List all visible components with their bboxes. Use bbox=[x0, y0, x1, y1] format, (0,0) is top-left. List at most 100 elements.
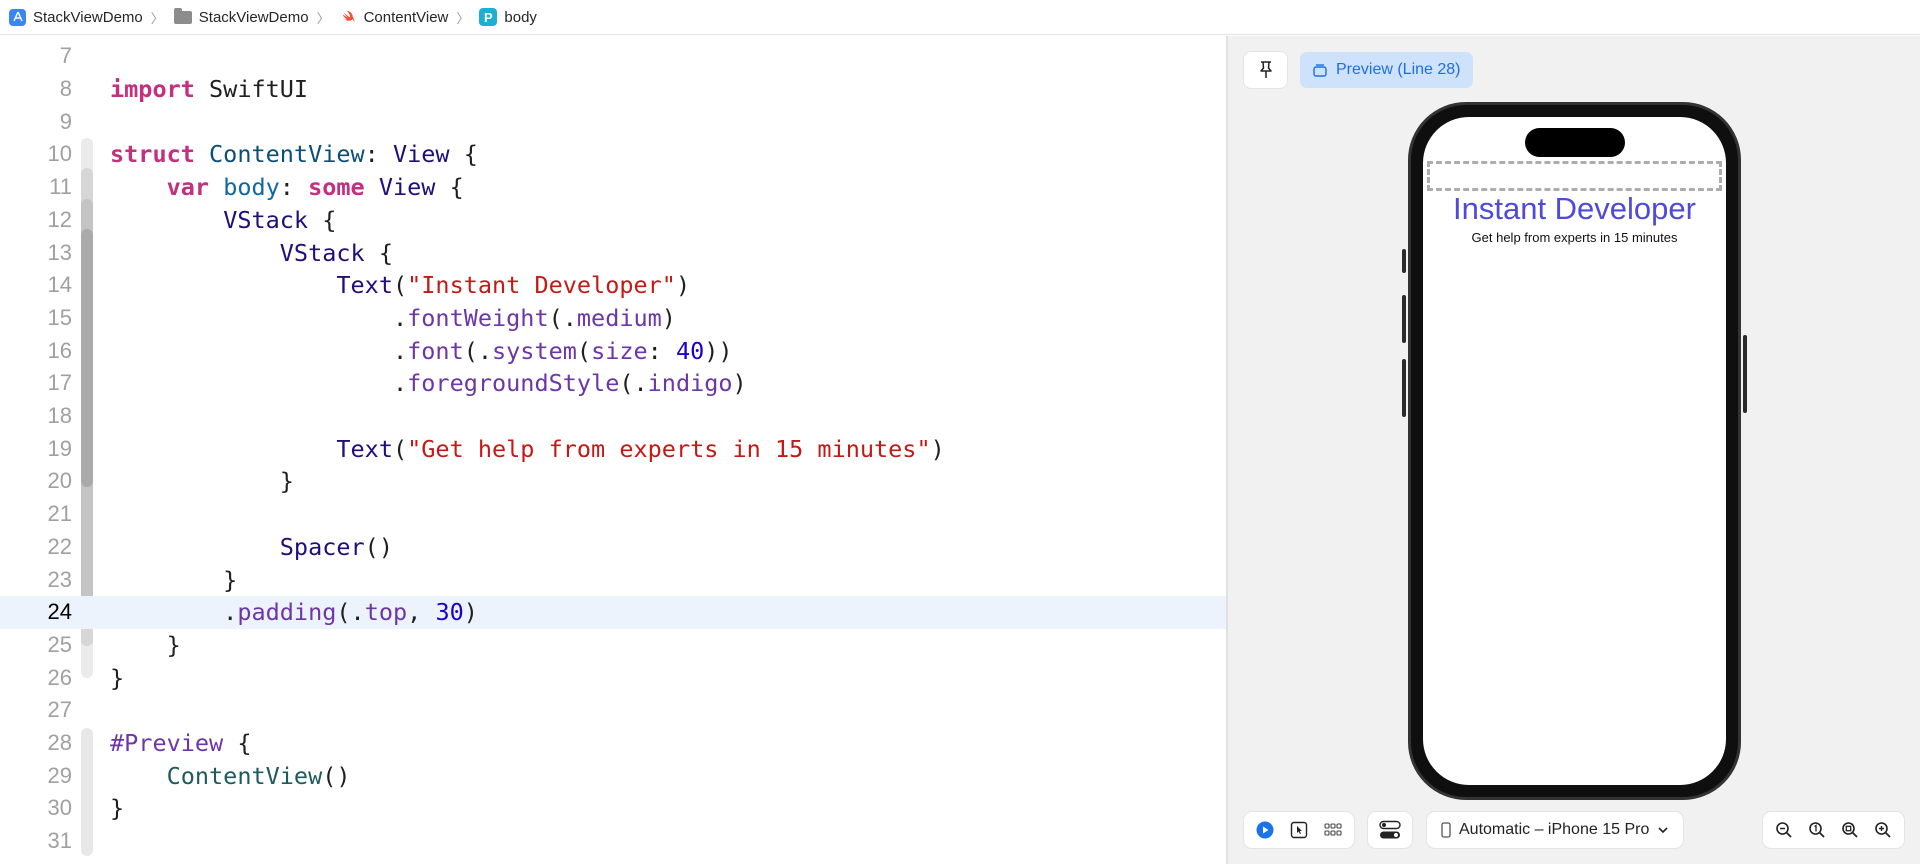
code-line: 12 VStack { bbox=[0, 204, 1226, 237]
code-line: 23 } bbox=[0, 563, 1226, 596]
line-number: 23 bbox=[47, 566, 72, 592]
code-text: VStack { bbox=[279, 238, 393, 267]
variants-grid-icon bbox=[1324, 823, 1342, 836]
preview-mode-controls bbox=[1244, 812, 1354, 848]
app-subtitle: Get help from experts in 15 minutes bbox=[1471, 230, 1678, 245]
line-number: 9 bbox=[59, 108, 72, 134]
pin-preview-button[interactable] bbox=[1244, 52, 1287, 88]
breadcrumb-separator: 〉 bbox=[456, 10, 470, 26]
code-line: 7 bbox=[0, 40, 1226, 73]
code-text: Text("Get help from experts in 15 minute… bbox=[336, 434, 945, 463]
device-screen[interactable]: Instant Developer Get help from experts … bbox=[1423, 117, 1726, 785]
zoom-out-button[interactable] bbox=[1768, 814, 1800, 846]
property-icon: P bbox=[479, 8, 498, 26]
line-number: 25 bbox=[47, 631, 72, 657]
breadcrumb-item-file[interactable]: ContentView bbox=[340, 9, 448, 26]
code-line-current: 24 .padding(.top, 30) bbox=[0, 595, 1226, 629]
line-number: 18 bbox=[47, 403, 72, 429]
device-name: Automatic – iPhone 15 Pro bbox=[1459, 821, 1650, 838]
line-number: 24 bbox=[47, 599, 72, 625]
device-frame-iphone: Instant Developer Get help from experts … bbox=[1402, 102, 1747, 800]
zoom-out-icon bbox=[1775, 822, 1792, 838]
preview-stack-icon bbox=[1313, 64, 1327, 77]
zoom-to-fit-icon bbox=[1842, 822, 1858, 838]
line-number: 13 bbox=[47, 239, 72, 265]
code-line: 28 #Preview { bbox=[0, 727, 1226, 760]
code-text: ContentView() bbox=[166, 761, 351, 790]
code-text: } bbox=[110, 565, 238, 594]
iphone-icon bbox=[1441, 822, 1451, 838]
line-number: 7 bbox=[59, 43, 72, 69]
line-number: 21 bbox=[47, 501, 72, 527]
live-play-button[interactable] bbox=[1249, 814, 1281, 846]
code-line: 27 bbox=[0, 694, 1226, 727]
breadcrumb-label: body bbox=[504, 8, 537, 26]
line-number: 30 bbox=[47, 795, 72, 821]
line-number: 17 bbox=[47, 370, 72, 396]
line-number: 26 bbox=[47, 664, 72, 690]
code-line: 18 bbox=[0, 400, 1226, 433]
zoom-actual-size-button[interactable] bbox=[1801, 814, 1833, 846]
line-number: 10 bbox=[47, 141, 72, 167]
code-line: 31 bbox=[0, 825, 1226, 858]
code-line: 17 .foregroundStyle(.indigo) bbox=[0, 367, 1226, 400]
device-selector[interactable]: Automatic – iPhone 15 Pro bbox=[1427, 812, 1684, 848]
breadcrumb-label: StackViewDemo bbox=[33, 8, 143, 26]
action-button bbox=[1402, 249, 1406, 273]
code-line: 26 } bbox=[0, 661, 1226, 694]
preview-tab[interactable]: Preview (Line 28) bbox=[1300, 52, 1473, 88]
variants-button[interactable] bbox=[1317, 814, 1349, 846]
zoom-actual-size-icon bbox=[1809, 822, 1825, 838]
code-line: 11 var body: some View { bbox=[0, 171, 1226, 204]
zoom-in-button[interactable] bbox=[1867, 814, 1899, 846]
line-number: 12 bbox=[47, 206, 72, 232]
zoom-in-icon bbox=[1875, 822, 1892, 838]
code-line: 15 .fontWeight(.medium) bbox=[0, 302, 1226, 335]
line-number: 15 bbox=[47, 304, 72, 330]
code-text: } bbox=[110, 794, 125, 823]
code-text: Spacer() bbox=[279, 532, 393, 561]
code-line: 30 } bbox=[0, 792, 1226, 825]
line-number: 31 bbox=[47, 828, 72, 854]
code-text: import SwiftUI bbox=[110, 75, 309, 104]
code-line: 19 Text("Get help from experts in 15 min… bbox=[0, 432, 1226, 465]
code-line: 13 VStack { bbox=[0, 236, 1226, 269]
breadcrumb-item-folder[interactable]: StackViewDemo bbox=[173, 7, 309, 26]
settings-toggle-icon bbox=[1379, 820, 1401, 839]
breadcrumb-label: StackViewDemo bbox=[198, 8, 309, 26]
code-text: } bbox=[110, 630, 181, 659]
code-text: .font(.system(size: 40)) bbox=[110, 336, 733, 365]
zoom-to-fit-button[interactable] bbox=[1834, 814, 1866, 846]
code-line: 20 } bbox=[0, 465, 1226, 498]
code-text: VStack { bbox=[223, 205, 337, 234]
code-line: 22 Spacer() bbox=[0, 531, 1226, 564]
breadcrumb-item-project[interactable]: StackViewDemo bbox=[9, 8, 143, 26]
swift-icon bbox=[342, 10, 355, 23]
code-text: Text("Instant Developer") bbox=[336, 271, 691, 300]
canvas-settings-button[interactable] bbox=[1368, 812, 1412, 848]
breadcrumb-separator: 〉 bbox=[150, 10, 164, 26]
device-selector-label[interactable]: Automatic – iPhone 15 Pro bbox=[1427, 821, 1683, 839]
chevron-down-icon bbox=[1658, 827, 1668, 834]
line-number: 29 bbox=[47, 762, 72, 788]
line-number: 20 bbox=[47, 468, 72, 494]
code-text: var body: some View { bbox=[166, 173, 464, 202]
app-title: Instant Developer bbox=[1453, 191, 1696, 226]
preview-tab-label: Preview (Line 28) bbox=[1336, 61, 1461, 78]
breadcrumb: StackViewDemo 〉 StackViewDemo 〉 ContentV… bbox=[0, 0, 1920, 35]
code-text: struct ContentView: View { bbox=[110, 140, 478, 169]
line-number: 28 bbox=[47, 730, 72, 756]
code-line: 16 .font(.system(size: 40)) bbox=[0, 334, 1226, 367]
selectable-mode-button[interactable] bbox=[1283, 814, 1315, 846]
code-editor[interactable]: 7 8 import SwiftUI 9 10 struct ContentVi… bbox=[0, 36, 1226, 864]
breadcrumb-separator: 〉 bbox=[316, 10, 330, 26]
pin-icon bbox=[1259, 61, 1272, 78]
code-text: .fontWeight(.medium) bbox=[110, 303, 676, 332]
folder-icon bbox=[173, 7, 192, 24]
line-number: 8 bbox=[59, 76, 72, 102]
select-cursor-icon bbox=[1290, 821, 1308, 839]
volume-down-button bbox=[1402, 359, 1406, 417]
breadcrumb-item-symbol[interactable]: P body bbox=[479, 8, 537, 26]
code-line: 8 import SwiftUI bbox=[0, 73, 1226, 106]
live-play-icon bbox=[1256, 821, 1274, 839]
